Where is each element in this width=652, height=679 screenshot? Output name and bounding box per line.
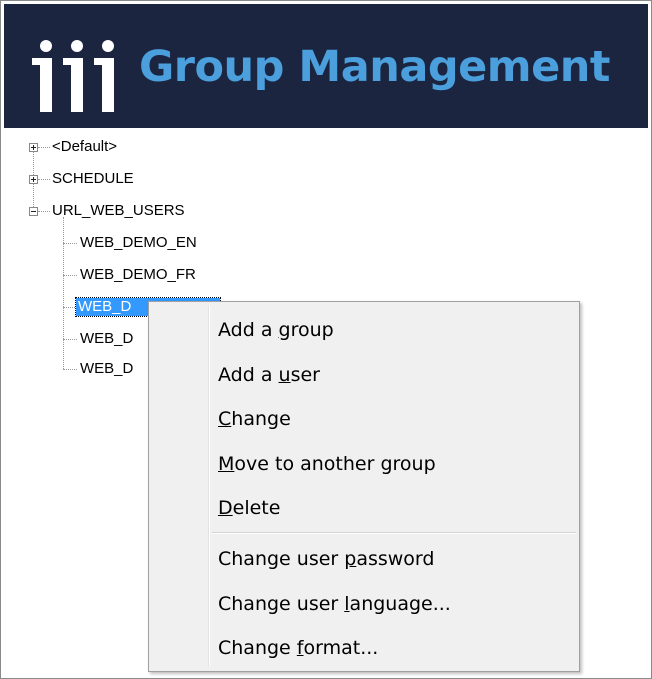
tree-connector [63, 217, 64, 369]
tree-node-default[interactable]: <Default> [52, 138, 117, 156]
iii-logo-icon [32, 40, 114, 112]
group-management-window: Group Management <Default> SCHEDULE URL_… [0, 0, 652, 679]
tree-node-web-d-2[interactable]: WEB_D [80, 330, 133, 348]
menu-item-change-language[interactable]: Change user language... [218, 586, 451, 622]
menu-item-delete[interactable]: Delete [218, 490, 280, 526]
menu-separator [212, 532, 576, 534]
page-title: Group Management [139, 42, 610, 92]
tree-node-web-demo-en[interactable]: WEB_DEMO_EN [80, 234, 197, 252]
menu-item-add-group[interactable]: Add a group [218, 312, 334, 348]
tree-node-url-web-users[interactable]: URL_WEB_USERS [52, 202, 185, 220]
collapse-icon[interactable] [29, 207, 38, 216]
context-menu: Add a group Add a user Change Move to an… [148, 301, 580, 672]
header-banner: Group Management [4, 4, 648, 128]
menu-item-change-password[interactable]: Change user password [218, 541, 434, 577]
tree-node-web-demo-fr[interactable]: WEB_DEMO_FR [80, 266, 196, 284]
menu-gutter [208, 306, 210, 666]
menu-item-add-user[interactable]: Add a user [218, 357, 320, 393]
tree-node-web-d-3[interactable]: WEB_D [80, 360, 133, 378]
menu-item-change[interactable]: Change [218, 401, 291, 437]
menu-item-change-format[interactable]: Change format... [218, 630, 378, 666]
expand-icon[interactable] [29, 143, 38, 152]
menu-item-move-to-group[interactable]: Move to another group [218, 446, 436, 482]
tree-node-schedule[interactable]: SCHEDULE [52, 170, 134, 188]
expand-icon[interactable] [29, 175, 38, 184]
